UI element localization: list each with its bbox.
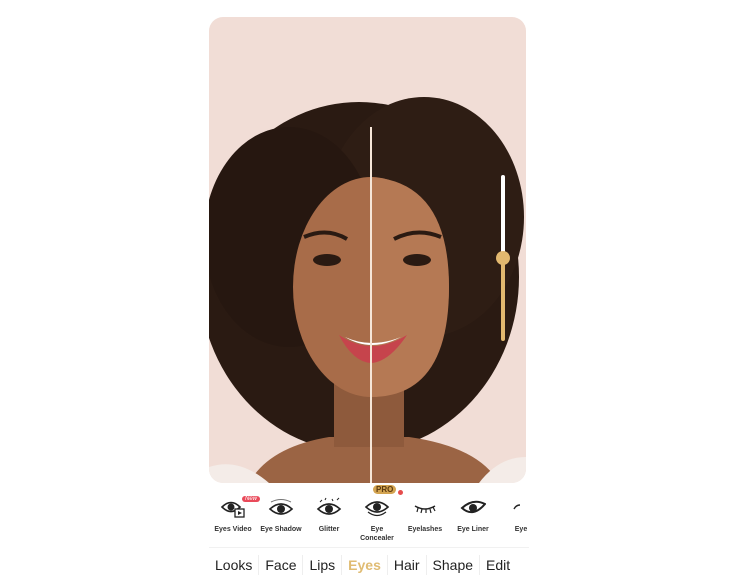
tool-eye-concealer[interactable]: Eye Concealer — [353, 490, 401, 546]
intensity-slider[interactable] — [496, 175, 510, 341]
tool-label: Eye Shadow — [260, 526, 302, 533]
slider-track-unfilled — [501, 175, 505, 258]
category-tabs: Looks Face Lips Eyes Hair Shape Edit — [209, 553, 529, 577]
tab-shape[interactable]: Shape — [427, 555, 481, 575]
tab-hair[interactable]: Hair — [388, 555, 427, 575]
new-badge: New — [242, 496, 261, 502]
tool-eye-liner[interactable]: Eye Liner — [449, 490, 497, 546]
tab-looks[interactable]: Looks — [209, 555, 260, 575]
eye-glitter-icon — [316, 497, 342, 515]
tab-face[interactable]: Face — [259, 555, 304, 575]
eyelashes-icon — [414, 505, 436, 514]
tool-label: Eye Concealer — [360, 526, 394, 542]
tool-label: Eyes Video — [214, 526, 252, 533]
pro-badge: PRO — [373, 485, 397, 494]
before-after-photo[interactable] — [209, 17, 526, 483]
tool-label: Eyelashes — [407, 526, 443, 533]
notification-dot — [398, 490, 403, 495]
tool-eye-shadow[interactable]: Eye Shadow — [257, 490, 305, 546]
divider — [209, 547, 529, 548]
tool-glitter[interactable]: Glitter — [305, 490, 353, 546]
tool-eyelashes[interactable]: Eyelashes — [401, 490, 449, 546]
eye-tools-bar: Eyes Video Eye Shadow Glitter Eye Concea… — [209, 485, 539, 546]
tool-label: Glitter — [318, 526, 340, 533]
tab-eyes[interactable]: Eyes — [342, 555, 388, 575]
portrait-image — [209, 97, 526, 483]
tool-eye[interactable]: Eye — [497, 490, 545, 546]
tab-edit[interactable]: Edit — [480, 555, 516, 575]
eye-shadow-icon — [268, 499, 294, 515]
slider-track-filled — [501, 258, 505, 341]
tool-label: Eye Liner — [457, 526, 489, 533]
eye-icon — [513, 504, 521, 510]
eye-liner-icon — [460, 500, 486, 514]
tool-label: Eye — [514, 526, 528, 533]
slider-knob[interactable] — [496, 251, 510, 265]
tab-lips[interactable]: Lips — [303, 555, 343, 575]
eye-concealer-icon — [364, 501, 390, 517]
